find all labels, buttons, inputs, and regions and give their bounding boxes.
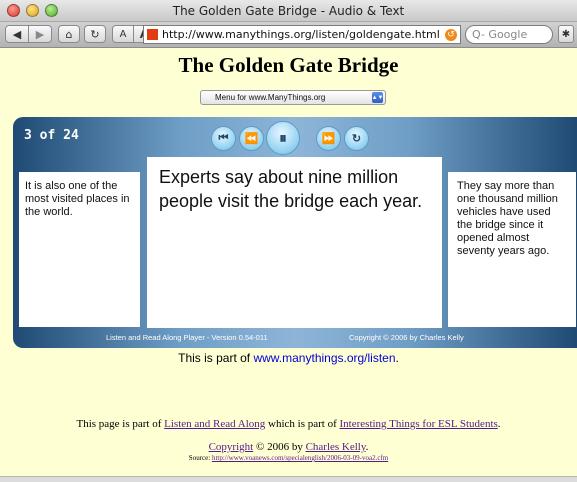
part-of-line: This is part of www.manythings.org/liste… (0, 351, 577, 365)
previous-sentence-pane: It is also one of the most visited place… (19, 172, 140, 327)
pause-button[interactable]: ⏸ (266, 121, 300, 155)
window-bottom-edge (0, 476, 577, 482)
sentence-counter: 3 of 24 (24, 128, 79, 143)
player-footer: Listen and Read Along Player - Version 0… (13, 330, 577, 344)
browser-toolbar: ◀ ▶ ⌂ ↻ A A http://www.manythings.org/li… (0, 22, 577, 48)
footer-part-middle: which is part of (265, 418, 340, 430)
forward-arrow-icon: ▶ (35, 27, 45, 41)
back-arrow-icon: ◀ (12, 27, 22, 41)
reload-button[interactable]: ↻ (84, 25, 106, 43)
rewind-button[interactable]: ⏪ (239, 126, 264, 151)
window-title: The Golden Gate Bridge - Audio & Text (172, 4, 405, 18)
url-text: http://www.manythings.org/listen/goldeng… (162, 28, 440, 41)
first-sentence-button[interactable]: ⏮ (211, 126, 236, 151)
source-line: Source: http://www.voanews.com/specialen… (0, 454, 577, 462)
repeat-icon: ↻ (351, 133, 362, 145)
repeat-button[interactable]: ↻ (344, 126, 369, 151)
author-link[interactable]: Charles Kelly (306, 441, 366, 453)
audio-player: 3 of 24 ⏮ ⏪ ⏸ ⏩ ↻ It is also one of the … (13, 117, 577, 348)
address-bar[interactable]: http://www.manythings.org/listen/goldeng… (143, 25, 461, 44)
rewind-icon: ⏪ (244, 133, 259, 145)
page-part-line: This page is part of Listen and Read Alo… (0, 418, 577, 430)
next-sentence-pane: They say more than one thousand million … (448, 172, 576, 327)
bug-report-button[interactable]: ✱ (558, 25, 574, 43)
fast-forward-button[interactable]: ⏩ (316, 126, 341, 151)
player-version: Listen and Read Along Player - Version 0… (106, 333, 268, 342)
footer-part-suffix: . (497, 418, 501, 430)
page-title: The Golden Gate Bridge (178, 53, 399, 77)
reload-icon: ↻ (90, 27, 100, 41)
home-icon: ⌂ (65, 27, 73, 41)
google-search-field[interactable]: Q- Google (465, 25, 553, 44)
footer-part-prefix: This page is part of (76, 418, 165, 430)
select-arrows-icon: ▲▼ (372, 92, 383, 103)
pause-icon: ⏸ (279, 129, 287, 147)
text-smaller-button[interactable]: A (112, 25, 134, 43)
source-link[interactable]: http://www.voanews.com/specialenglish/20… (212, 454, 388, 462)
part-of-suffix: . (395, 351, 399, 365)
copyright-link[interactable]: Copyright (209, 441, 254, 453)
site-favicon-icon (147, 29, 158, 40)
search-placeholder: Q- Google (472, 28, 528, 41)
snapback-icon[interactable]: ↺ (445, 28, 457, 41)
current-sentence-pane: Experts say about nine million people vi… (147, 157, 442, 328)
listen-site-link[interactable]: www.manythings.org/listen (253, 351, 395, 365)
back-button[interactable]: ◀ (5, 25, 29, 43)
player-copyright: Copyright © 2006 by Charles Kelly (349, 333, 464, 342)
listen-and-read-along-link[interactable]: Listen and Read Along (164, 418, 265, 430)
part-of-prefix: This is part of (178, 351, 254, 365)
interesting-things-link[interactable]: Interesting Things for ESL Students (340, 418, 498, 430)
bug-icon: ✱ (561, 28, 571, 40)
source-prefix: Source: (188, 454, 212, 462)
menu-select-value: Menu for www.ManyThings.org (215, 93, 326, 102)
fast-forward-icon: ⏩ (321, 133, 336, 145)
copyright-suffix: . (365, 441, 369, 453)
forward-button[interactable]: ▶ (28, 25, 52, 43)
site-menu-select[interactable]: Menu for www.ManyThings.org ▲▼ (200, 90, 386, 105)
home-button[interactable]: ⌂ (58, 25, 80, 43)
copyright-line: Copyright © 2006 by Charles Kelly. (0, 441, 577, 453)
copyright-middle: © 2006 by (253, 441, 306, 453)
window-titlebar: The Golden Gate Bridge - Audio & Text (0, 0, 577, 22)
skip-to-start-icon: ⏮ (218, 132, 229, 144)
